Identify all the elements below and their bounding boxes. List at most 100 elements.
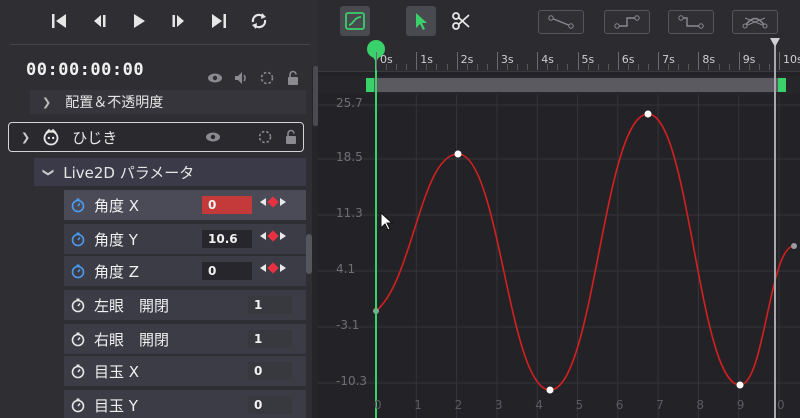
param-value-field[interactable]: 0 xyxy=(202,196,252,214)
speaker-icon[interactable] xyxy=(232,70,250,86)
ease-linear-button[interactable] xyxy=(538,10,584,34)
stopwatch-icon[interactable] xyxy=(70,363,86,379)
unlock-icon[interactable] xyxy=(284,70,302,86)
ruler-minor-tick xyxy=(627,64,629,70)
tree-row-placement[interactable]: ❯ 配置＆不透明度 xyxy=(30,90,306,114)
param-value-field[interactable]: 0 xyxy=(248,396,292,414)
prev-frame-button[interactable] xyxy=(86,8,112,34)
next-frame-button[interactable] xyxy=(166,8,192,34)
eye-icon[interactable] xyxy=(206,70,224,86)
ruler-minor-tick xyxy=(587,64,589,70)
param-label: 角度 Z xyxy=(94,262,140,281)
stopwatch-icon[interactable] xyxy=(70,197,86,213)
ease-bezier-button[interactable] xyxy=(732,10,778,34)
chevron-down-icon[interactable]: ❯ xyxy=(21,131,30,144)
stopwatch-icon[interactable] xyxy=(70,397,86,413)
param-value-field[interactable]: 0 xyxy=(202,262,252,280)
param-row[interactable]: 目玉 X 0 xyxy=(64,356,306,386)
param-row[interactable]: 目玉 Y 0 xyxy=(64,390,306,418)
keyframe-diamond-icon[interactable] xyxy=(267,262,279,274)
play-icon xyxy=(134,14,145,28)
keyframe-point[interactable] xyxy=(454,150,462,158)
prev-keyframe-icon[interactable] xyxy=(260,198,266,206)
keyframe-diamond-icon[interactable] xyxy=(267,230,279,242)
keyframe-diamond-icon[interactable] xyxy=(267,196,279,208)
value-axis-label: 25.7 xyxy=(336,96,363,110)
param-row[interactable]: 角度 X 0 xyxy=(64,190,306,220)
tree-row-object[interactable]: ❯ ひじき xyxy=(8,122,304,152)
curve-graph[interactable] xyxy=(318,95,800,418)
skip-to-start-button[interactable] xyxy=(46,8,72,34)
ruler-minor-tick xyxy=(718,64,720,70)
keyframe-point[interactable] xyxy=(791,243,797,249)
chevron-down-icon[interactable]: ❯ xyxy=(42,167,55,176)
graph-mode-button[interactable] xyxy=(340,6,370,36)
ruler-minor-tick xyxy=(547,64,549,70)
param-value-field[interactable]: 0 xyxy=(248,362,292,380)
end-marker-handle[interactable] xyxy=(770,38,780,47)
ruler-tick xyxy=(537,52,539,70)
ease-step-out-icon xyxy=(678,15,704,29)
animation-curve[interactable] xyxy=(375,113,795,391)
param-row[interactable]: 角度 Y 10.6 xyxy=(64,224,306,254)
frame-axis-label: 0 xyxy=(777,398,785,412)
graph-toolbar xyxy=(318,0,800,42)
cut-tool-button[interactable] xyxy=(446,6,476,36)
keyframe-point[interactable] xyxy=(644,110,652,118)
ruler-minor-tick xyxy=(708,64,710,70)
stopwatch-icon[interactable] xyxy=(70,297,86,313)
dashed-circle-icon[interactable] xyxy=(257,129,273,145)
skip-start-icon xyxy=(52,14,66,28)
step-back-icon xyxy=(94,15,106,27)
param-value-field[interactable]: 1 xyxy=(248,296,292,314)
character-face-icon xyxy=(42,128,60,146)
graph-curve-icon xyxy=(345,12,365,30)
end-marker-line[interactable] xyxy=(774,46,776,418)
stopwatch-icon[interactable] xyxy=(70,231,86,247)
ruler-tick xyxy=(617,52,619,70)
tree-row-label: ひじき xyxy=(72,128,118,147)
param-value-field[interactable]: 1 xyxy=(248,330,292,348)
param-row[interactable]: 左眼 開閉 1 xyxy=(64,290,306,320)
keyframe-point[interactable] xyxy=(546,386,554,394)
play-button[interactable] xyxy=(126,8,152,34)
ease-step-in-button[interactable] xyxy=(604,10,650,34)
ruler-minor-tick xyxy=(768,64,770,70)
stopwatch-icon[interactable] xyxy=(70,263,86,279)
ruler-minor-tick xyxy=(396,64,398,70)
eye-icon[interactable] xyxy=(205,129,223,145)
loop-button[interactable] xyxy=(246,8,272,34)
param-row[interactable]: 右眼 開閉 1 xyxy=(64,324,306,354)
next-keyframe-icon[interactable] xyxy=(280,198,286,206)
ruler-tick xyxy=(698,52,700,70)
ruler-minor-tick xyxy=(597,64,599,70)
frame-axis-label: 3 xyxy=(494,398,503,412)
skip-to-end-button[interactable] xyxy=(206,8,232,34)
chevron-right-icon[interactable]: ❯ xyxy=(42,96,51,109)
ease-step-out-button[interactable] xyxy=(668,10,714,34)
ruler-minor-tick xyxy=(486,64,488,70)
work-area-range[interactable] xyxy=(370,78,784,92)
layer-panel: 00:00:00:00 ❯ 配置＆不透明度 ❯ ひじき ❯ Live2D パラメ… xyxy=(0,0,318,418)
next-keyframe-icon[interactable] xyxy=(280,232,286,240)
ruler-minor-tick xyxy=(637,64,639,70)
prev-keyframe-icon[interactable] xyxy=(260,264,266,272)
stopwatch-icon[interactable] xyxy=(70,331,86,347)
select-tool-button[interactable] xyxy=(406,6,436,36)
mouse-cursor-icon xyxy=(380,212,394,231)
tree-row-live2d-params[interactable]: ❯ Live2D パラメータ xyxy=(34,158,306,186)
work-area-start-handle[interactable] xyxy=(366,78,374,92)
ruler-minor-tick xyxy=(728,64,730,70)
next-keyframe-icon[interactable] xyxy=(280,264,286,272)
playhead-line[interactable] xyxy=(375,52,377,418)
prev-keyframe-icon[interactable] xyxy=(260,232,266,240)
param-value-field[interactable]: 10.6 xyxy=(202,230,252,248)
dashed-circle-icon[interactable] xyxy=(258,70,276,86)
work-area-end-handle[interactable] xyxy=(778,78,786,92)
keyframe-point[interactable] xyxy=(736,381,744,389)
param-row[interactable]: 角度 Z 0 xyxy=(64,256,306,286)
ruler-minor-tick xyxy=(406,64,408,70)
inner-scrollbar-thumb[interactable] xyxy=(306,234,312,274)
unlock-icon[interactable] xyxy=(283,129,299,145)
header-visibility-controls xyxy=(206,70,302,86)
